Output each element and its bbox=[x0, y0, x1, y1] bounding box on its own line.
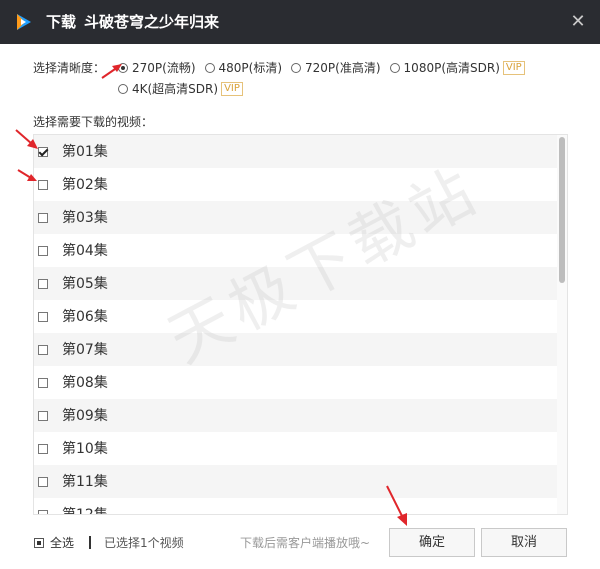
episode-row-6[interactable]: 第06集 bbox=[34, 300, 559, 333]
episode-label: 第06集 bbox=[62, 308, 108, 325]
episode-row-11[interactable]: 第11集 bbox=[34, 465, 559, 498]
episode-checkbox[interactable] bbox=[38, 212, 48, 223]
resolution-option-0[interactable]: 270P(流畅) bbox=[118, 58, 196, 78]
scrollbar-thumb[interactable] bbox=[559, 137, 565, 283]
episode-label: 第07集 bbox=[62, 341, 108, 358]
episode-label: 第09集 bbox=[62, 407, 108, 424]
scrollbar-track[interactable] bbox=[557, 135, 567, 514]
close-button[interactable]: ✕ bbox=[566, 10, 590, 34]
episode-row-7[interactable]: 第07集 bbox=[34, 333, 559, 366]
episode-label: 第02集 bbox=[62, 176, 108, 193]
vip-badge: VIP bbox=[502, 61, 525, 75]
episode-checkbox[interactable] bbox=[38, 146, 48, 157]
resolution-option-label: 480P(标清) bbox=[218, 61, 283, 75]
episode-row-8[interactable]: 第08集 bbox=[34, 366, 559, 399]
episode-row-2[interactable]: 第02集 bbox=[34, 168, 559, 201]
resolution-options: 270P(流畅) 480P(标清) 720P(准高清) 1080P(高清SDR) VIP… bbox=[118, 58, 578, 100]
client-play-hint: 下载后需客户端播放哦~ bbox=[240, 536, 371, 550]
episode-checkbox[interactable] bbox=[38, 476, 48, 487]
episode-label: 第04集 bbox=[62, 242, 108, 259]
resolution-option-1[interactable]: 480P(标清) bbox=[204, 58, 283, 78]
select-all-checkbox[interactable]: 全选 bbox=[34, 535, 74, 551]
resolution-radio-4[interactable] bbox=[118, 84, 128, 94]
video-list-label: 选择需要下载的视频： bbox=[33, 115, 154, 129]
title-show-name: 斗破苍穹之少年归来 bbox=[84, 13, 220, 31]
episode-row-9[interactable]: 第09集 bbox=[34, 399, 559, 432]
footer-divider bbox=[89, 536, 91, 549]
episode-label: 第11集 bbox=[62, 473, 108, 490]
close-icon: ✕ bbox=[570, 11, 586, 32]
cancel-button[interactable]: 取消 bbox=[481, 528, 567, 557]
resolution-radio-2[interactable] bbox=[291, 63, 302, 73]
episode-label: 第12集 bbox=[62, 506, 108, 515]
episode-checkbox[interactable] bbox=[38, 311, 48, 322]
resolution-option-2[interactable]: 720P(准高清) bbox=[291, 58, 381, 78]
episode-checkbox[interactable] bbox=[38, 410, 48, 421]
select-all-box[interactable] bbox=[34, 538, 44, 548]
select-all-label: 全选 bbox=[50, 536, 75, 550]
vip-badge: VIP bbox=[221, 82, 243, 96]
resolution-radio-3[interactable] bbox=[389, 63, 400, 73]
selected-count-text: 已选择1个视频 bbox=[104, 536, 184, 550]
episode-row-4[interactable]: 第04集 bbox=[34, 234, 559, 267]
video-list: 第12集 第11集 第10集 第09集 第08集 第07集 第06集 第05集 第04集 第03集… bbox=[33, 134, 568, 515]
episode-label: 第01集 bbox=[62, 143, 108, 160]
resolution-radio-1[interactable] bbox=[204, 63, 215, 73]
episode-checkbox[interactable] bbox=[38, 509, 48, 514]
resolution-option-label: 1080P(高清SDR) bbox=[403, 61, 500, 75]
episode-checkbox[interactable] bbox=[38, 278, 48, 289]
episode-label: 第10集 bbox=[62, 440, 108, 457]
confirm-button[interactable]: 确定 bbox=[389, 528, 475, 557]
episode-checkbox[interactable] bbox=[38, 443, 48, 454]
resolution-option-label: 720P(准高清) bbox=[305, 61, 381, 75]
episode-checkbox[interactable] bbox=[38, 179, 48, 190]
tencent-video-logo-icon bbox=[17, 14, 31, 30]
resolution-label: 选择清晰度： bbox=[33, 61, 106, 75]
episode-row-12[interactable]: 第12集 bbox=[34, 498, 559, 515]
episode-label: 第05集 bbox=[62, 275, 108, 292]
episode-checkbox[interactable] bbox=[38, 377, 48, 388]
resolution-option-label: 4K(超高清SDR) bbox=[132, 82, 219, 96]
episode-row-10[interactable]: 第10集 bbox=[34, 432, 559, 465]
window-title: 下载 斗破苍穹之少年归来 bbox=[46, 12, 227, 32]
title-bar: 下载 斗破苍穹之少年归来 ✕ bbox=[0, 0, 600, 44]
resolution-option-label: 270P(流畅) bbox=[132, 61, 196, 75]
episode-row-1[interactable]: 第01集 bbox=[34, 135, 559, 168]
episode-row-3[interactable]: 第03集 bbox=[34, 201, 559, 234]
episode-label: 第03集 bbox=[62, 209, 108, 226]
title-prefix: 下载 bbox=[46, 13, 77, 31]
resolution-option-4[interactable]: 4K(超高清SDR) VIP bbox=[118, 79, 243, 99]
episode-row-5[interactable]: 第05集 bbox=[34, 267, 559, 300]
resolution-radio-0[interactable] bbox=[118, 63, 128, 73]
episode-checkbox[interactable] bbox=[38, 344, 48, 355]
resolution-option-3[interactable]: 1080P(高清SDR) VIP bbox=[389, 58, 525, 78]
episode-checkbox[interactable] bbox=[38, 245, 48, 256]
episode-label: 第08集 bbox=[62, 374, 108, 391]
